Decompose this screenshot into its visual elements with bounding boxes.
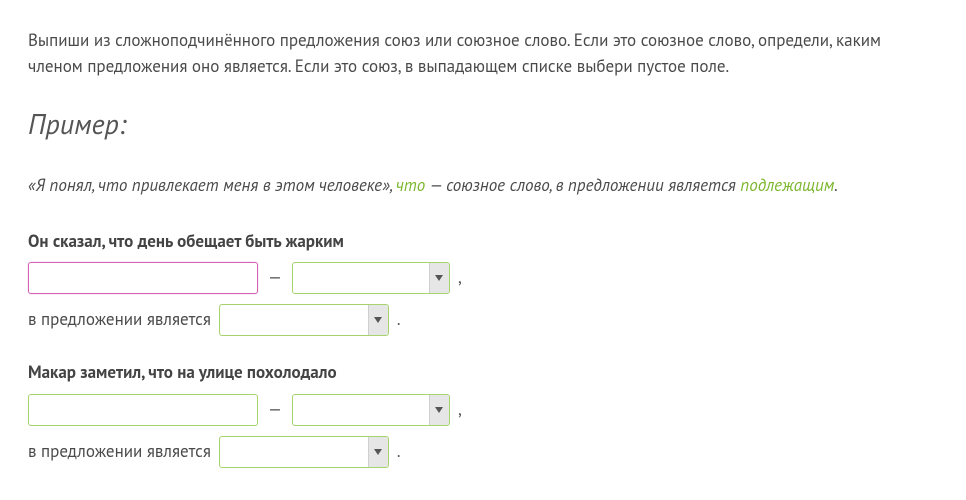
chevron-down-icon — [429, 263, 449, 293]
task-instructions: Выпиши из сложноподчинённого предложения… — [28, 28, 938, 79]
comma-separator: , — [458, 265, 462, 291]
task-row-1: — , — [28, 262, 938, 294]
task-row-2: в предложении является . — [28, 436, 938, 468]
example-quote: «Я понял, что привлекает меня в этом чел… — [28, 174, 396, 196]
comma-separator: , — [458, 397, 462, 423]
chevron-down-icon — [429, 395, 449, 425]
role-prefix-label: в предложении является — [28, 439, 211, 465]
example-word: что — [396, 174, 425, 196]
period-separator: . — [397, 439, 401, 465]
type-select[interactable] — [292, 394, 450, 426]
task-sentence: Он сказал, что день обещает быть жарким — [28, 229, 938, 255]
chevron-down-icon — [368, 305, 388, 335]
example-role: подлежащим — [740, 174, 834, 196]
conjunction-input[interactable] — [28, 262, 258, 294]
role-select[interactable] — [219, 304, 389, 336]
task-row-1: — , — [28, 394, 938, 426]
conjunction-input[interactable] — [28, 394, 258, 426]
dash-separator: — — [266, 397, 284, 423]
role-prefix-label: в предложении является — [28, 307, 211, 333]
example-line: «Я понял, что привлекает меня в этом чел… — [28, 173, 938, 199]
role-select[interactable] — [219, 436, 389, 468]
period-separator: . — [397, 307, 401, 333]
task-block: Он сказал, что день обещает быть жарким … — [28, 229, 938, 337]
task-sentence: Макар заметил, что на улице похолодало — [28, 360, 938, 386]
task-row-2: в предложении является . — [28, 304, 938, 336]
example-end: . — [834, 174, 838, 196]
task-block: Макар заметил, что на улице похолодало —… — [28, 360, 938, 468]
type-select[interactable] — [292, 262, 450, 294]
chevron-down-icon — [368, 437, 388, 467]
example-mid: — союзное слово, в предложении является — [425, 174, 740, 196]
dash-separator: — — [266, 265, 284, 291]
example-heading: Пример: — [28, 103, 938, 145]
